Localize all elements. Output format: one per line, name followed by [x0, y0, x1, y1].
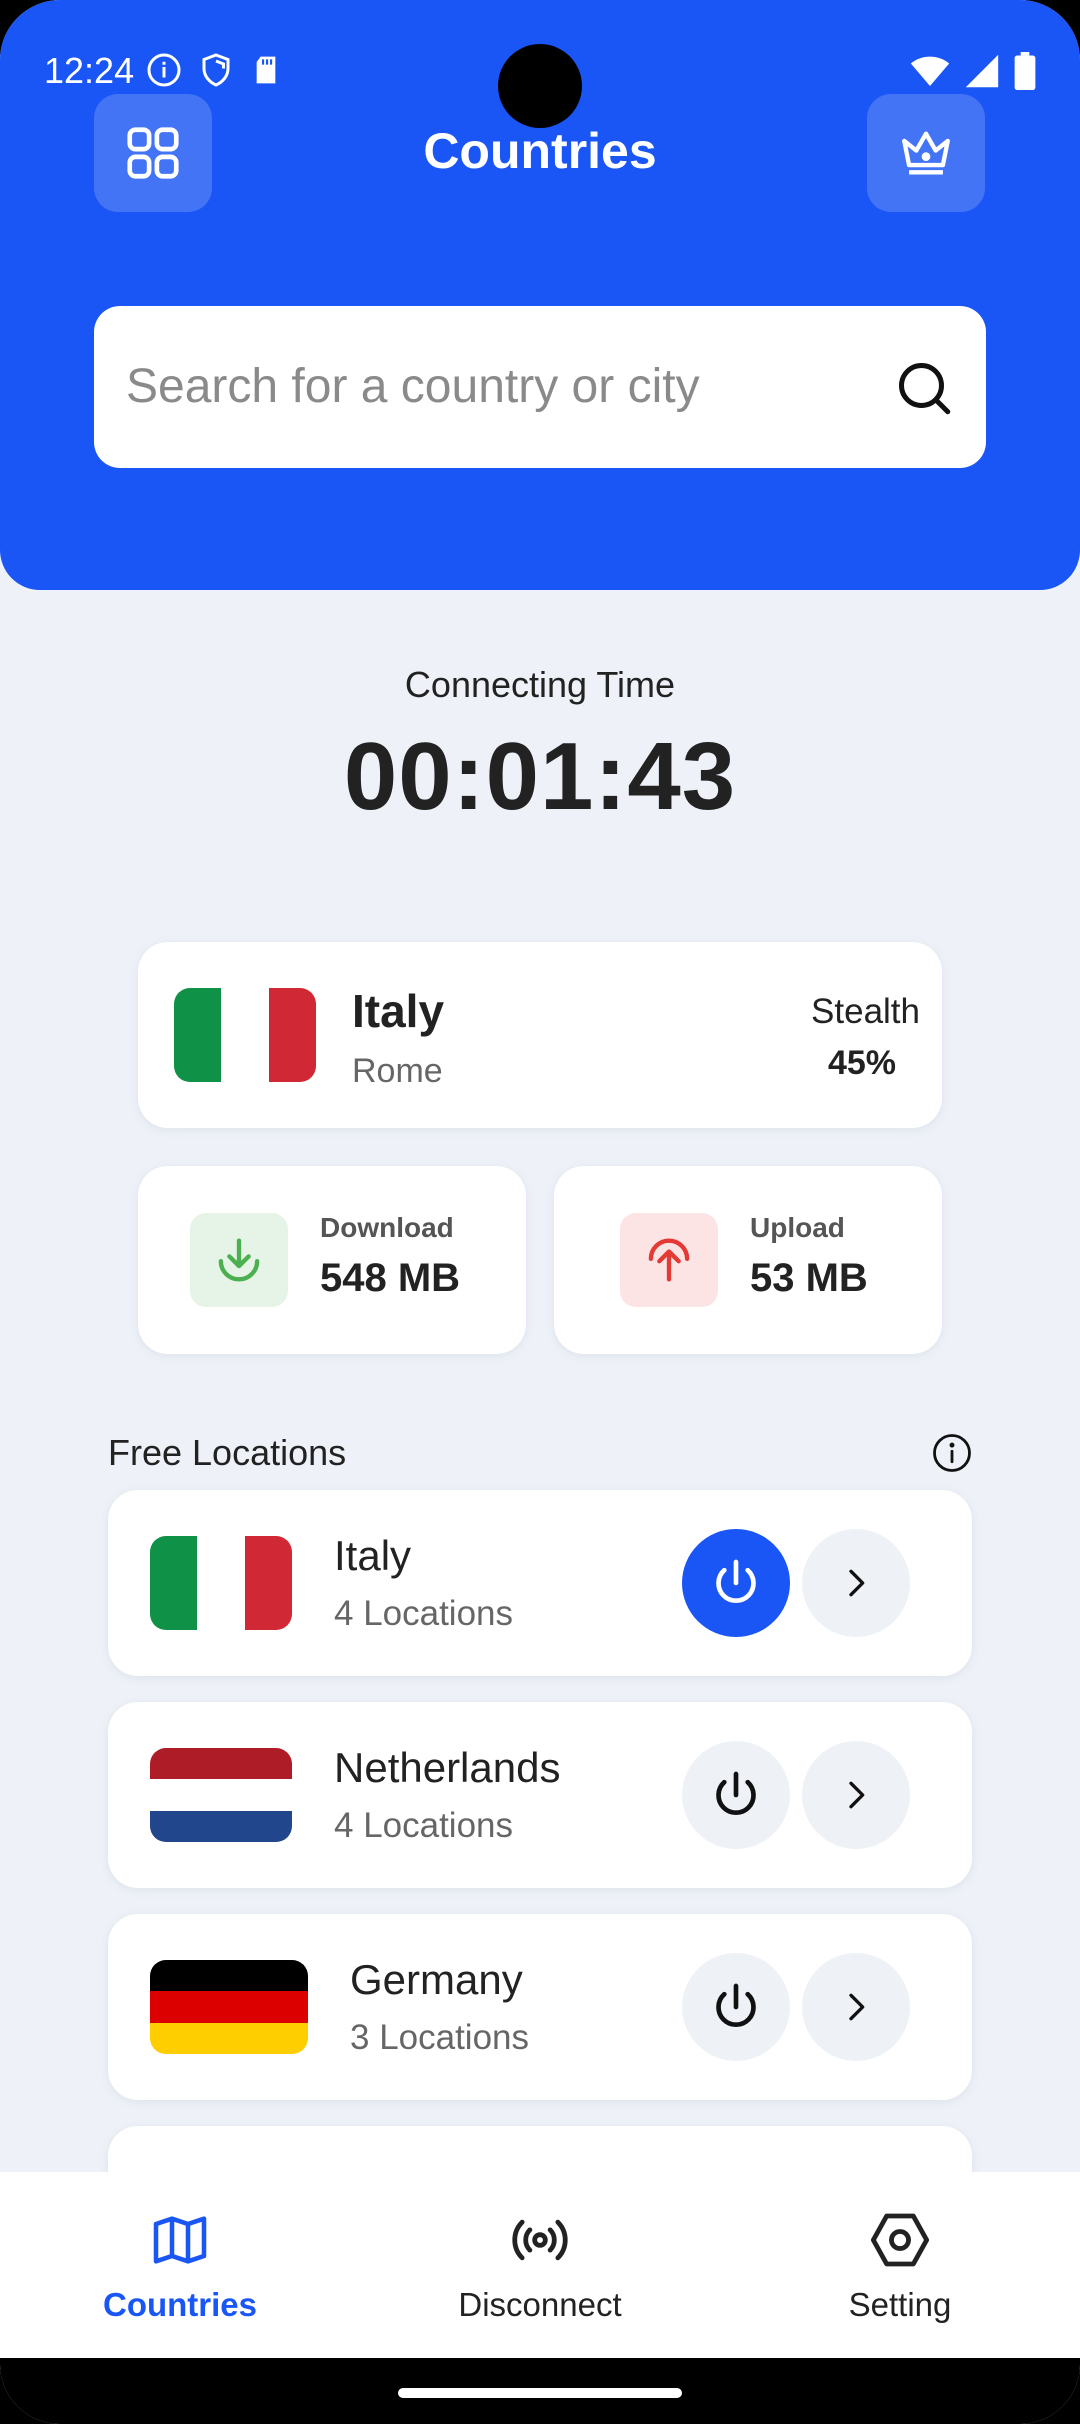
broadcast-icon	[512, 2219, 568, 2261]
map-icon	[153, 2216, 207, 2264]
premium-button[interactable]	[867, 94, 985, 212]
location-country: Germany	[350, 1956, 523, 2003]
connect-button-italy[interactable]	[682, 1529, 790, 1637]
current-country: Italy	[352, 985, 445, 1037]
location-item-germany[interactable]: Germany 3 Locations	[108, 1914, 972, 2100]
power-icon	[716, 1559, 756, 1603]
power-icon	[716, 1771, 756, 1815]
settings-hexagon-icon	[870, 2213, 930, 2267]
header: 12:24 Countries	[0, 0, 1080, 590]
nav-setting-label: Setting	[848, 2286, 952, 2323]
camera-cutout	[498, 44, 582, 128]
upload-icon	[648, 1238, 690, 1282]
app-screen: 12:24 Countries Connecting Time 0	[0, 0, 1080, 2424]
nav-disconnect-label: Disconnect	[458, 2286, 622, 2323]
crown-icon	[902, 131, 950, 175]
upload-card: Upload 53 MB	[554, 1166, 942, 1354]
upload-value: 53 MB	[750, 1256, 868, 1300]
chevron-right-icon	[849, 1569, 865, 1597]
location-item-netherlands[interactable]: Netherlands 4 Locations	[108, 1702, 972, 1888]
search-icon[interactable]	[894, 358, 954, 418]
upload-label: Upload	[750, 1212, 845, 1243]
current-server-card[interactable]: Italy Rome Stealth 45%	[138, 942, 942, 1128]
netherlands-flag-icon	[150, 1748, 292, 1842]
signal-status-icon	[965, 54, 999, 88]
chevron-right-icon	[849, 1781, 865, 1809]
location-item-italy[interactable]: Italy 4 Locations	[108, 1490, 972, 1676]
location-country: Italy	[334, 1532, 412, 1579]
connect-button-germany[interactable]	[682, 1953, 790, 2061]
connect-button-netherlands[interactable]	[682, 1741, 790, 1849]
power-icon	[716, 1983, 756, 2027]
search-bar	[94, 306, 986, 468]
current-city: Rome	[352, 1052, 443, 1090]
download-label: Download	[320, 1212, 454, 1243]
location-count: 4 Locations	[334, 1594, 514, 1633]
battery-status-icon	[1014, 52, 1036, 90]
info-status-icon	[147, 53, 181, 87]
mode-value: 45%	[827, 1044, 896, 1082]
mode-label: Stealth	[811, 992, 920, 1031]
wifi-status-icon	[910, 56, 950, 86]
location-country: Netherlands	[334, 1744, 561, 1791]
sd-card-status-icon	[256, 56, 276, 84]
nav-setting[interactable]: Setting	[720, 2172, 1080, 2358]
download-icon-box	[190, 1213, 288, 1307]
connecting-time-label: Connecting Time	[404, 664, 676, 705]
home-indicator[interactable]	[398, 2388, 682, 2398]
info-icon[interactable]	[931, 1432, 973, 1474]
expand-button-italy[interactable]	[802, 1529, 910, 1637]
shield-status-icon	[202, 53, 230, 87]
italy-flag-icon	[174, 988, 316, 1082]
chevron-right-icon	[849, 1993, 865, 2021]
upload-icon-box	[620, 1213, 718, 1307]
italy-flag-icon	[150, 1536, 292, 1630]
download-icon	[218, 1238, 260, 1282]
bottom-nav: Countries Disconnect Setting	[0, 2172, 1080, 2358]
connecting-time-value: 00:01:43	[343, 723, 737, 830]
expand-button-germany[interactable]	[802, 1953, 910, 2061]
nav-countries[interactable]: Countries	[0, 2172, 360, 2358]
search-input[interactable]	[126, 346, 866, 426]
germany-flag-icon	[150, 1960, 308, 2054]
location-count: 3 Locations	[350, 2018, 530, 2057]
download-card: Download 548 MB	[138, 1166, 526, 1354]
download-value: 548 MB	[320, 1256, 461, 1300]
free-locations-title: Free Locations	[108, 1432, 347, 1473]
status-time: 12:24	[44, 50, 135, 91]
nav-countries-label: Countries	[102, 2286, 257, 2323]
expand-button-netherlands[interactable]	[802, 1741, 910, 1849]
nav-disconnect[interactable]: Disconnect	[360, 2172, 720, 2358]
location-count: 4 Locations	[334, 1806, 514, 1845]
